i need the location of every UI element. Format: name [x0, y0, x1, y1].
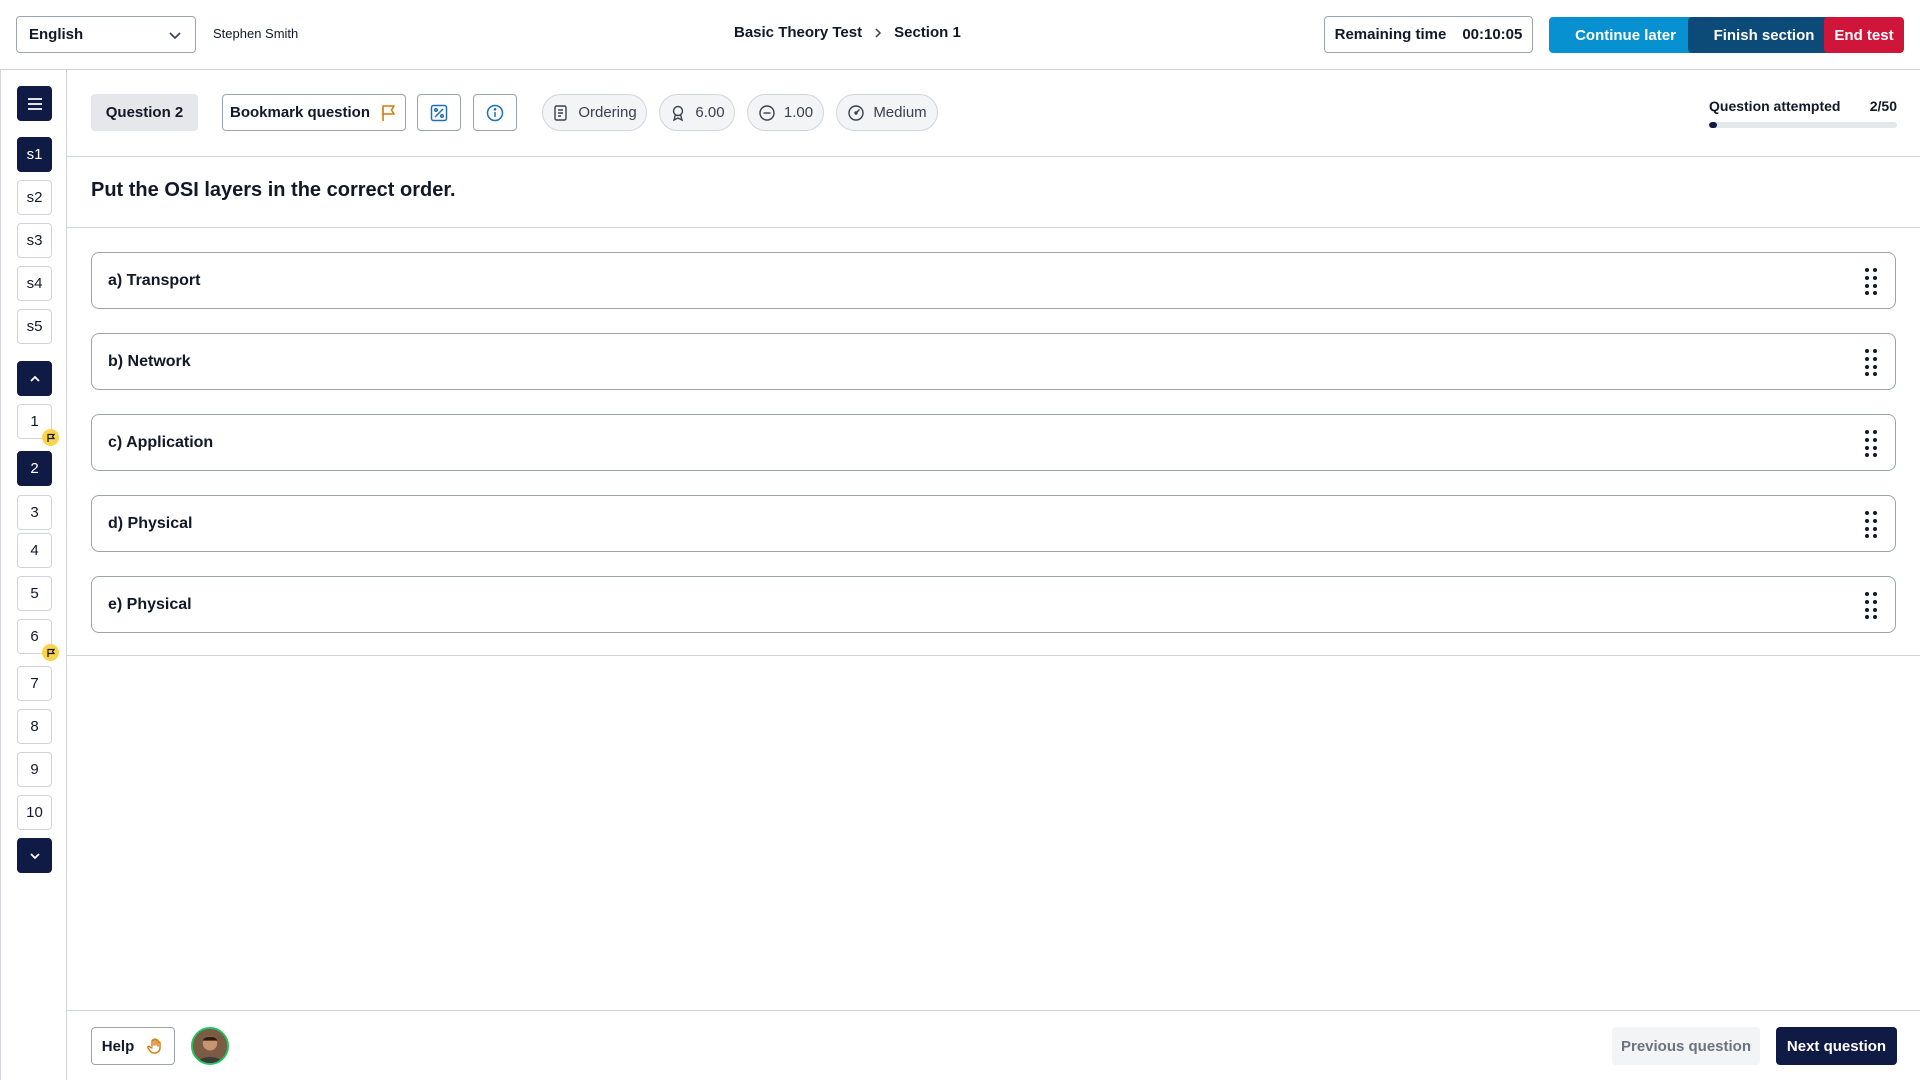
ordering-option-d[interactable]: d) Physical: [91, 495, 1896, 552]
menu-button[interactable]: [17, 86, 52, 121]
question-prompt-area: Put the OSI layers in the correct order.: [67, 157, 1920, 228]
question-nav-4[interactable]: 4: [17, 533, 52, 568]
bookmark-question-button[interactable]: Bookmark question: [222, 94, 406, 131]
question-nav-10[interactable]: 10: [17, 795, 52, 830]
question-nav-8[interactable]: 8: [17, 709, 52, 744]
minus-circle-icon: [759, 104, 775, 121]
chevron-right-icon: [875, 27, 882, 38]
section-s2[interactable]: s2: [17, 180, 52, 215]
footer-bar: Help Previous question Next question: [67, 1010, 1920, 1080]
help-label: Help: [101, 1037, 135, 1055]
difficulty-value: Medium: [873, 104, 927, 121]
section-s5[interactable]: s5: [17, 309, 52, 344]
breadcrumb-test[interactable]: Basic Theory Test: [734, 24, 862, 41]
question-type-pill: Ordering: [542, 94, 647, 131]
ordering-icon: [554, 104, 568, 121]
score-pill: 6.00: [659, 94, 735, 131]
chevron-up-icon: [29, 375, 40, 382]
remaining-time: Remaining time 00:10:05: [1324, 16, 1533, 53]
question-number: Question 2: [91, 94, 198, 131]
drag-handle-icon[interactable]: [1863, 591, 1879, 619]
attempted-label: Question attempted: [1709, 98, 1841, 114]
ordering-option-b[interactable]: b) Network: [91, 333, 1896, 390]
question-nav-6[interactable]: 6: [17, 619, 59, 661]
next-question-button[interactable]: Next question: [1776, 1027, 1897, 1065]
remaining-time-value: 00:10:05: [1462, 26, 1523, 43]
breadcrumb-section: Section 1: [894, 24, 961, 41]
attempted-progress-bar: [1709, 122, 1897, 128]
end-test-button[interactable]: End test: [1824, 17, 1904, 53]
question-nav-label: 6: [30, 628, 39, 645]
menu-icon: [27, 97, 42, 110]
question-type: Ordering: [578, 104, 637, 121]
continue-later-button[interactable]: Continue later: [1549, 17, 1702, 53]
question-nav-2[interactable]: 2: [17, 451, 52, 486]
question-nav-7[interactable]: 7: [17, 666, 52, 701]
ordering-options: a) Transport b) Network c) Application d…: [67, 228, 1920, 656]
hand-icon: [147, 1038, 161, 1054]
user-avatar-icon: [193, 1029, 227, 1063]
info-icon: [486, 104, 504, 121]
question-toolbar: Question 2 Bookmark question Ordering 6.…: [67, 70, 1920, 157]
question-attempted: Question attempted 2/50: [1709, 98, 1897, 128]
attempted-progress-fill: [1709, 122, 1717, 128]
difficulty-pill: Medium: [836, 94, 938, 131]
drag-handle-icon[interactable]: [1863, 429, 1879, 457]
ordering-option-e[interactable]: e) Physical: [91, 576, 1896, 633]
option-label: a) Transport: [108, 271, 201, 289]
chevron-down-icon: [169, 31, 181, 39]
question-prompt: Put the OSI layers in the correct order.: [91, 179, 456, 201]
option-label: c) Application: [108, 433, 214, 451]
award-icon: [673, 105, 684, 121]
previous-question-button[interactable]: Previous question: [1612, 1027, 1760, 1065]
question-nav-1[interactable]: 1: [17, 404, 59, 446]
remaining-time-label: Remaining time: [1334, 26, 1447, 43]
bookmark-badge: [42, 429, 59, 446]
finish-section-button[interactable]: Finish section: [1688, 17, 1840, 53]
drag-handle-icon[interactable]: [1863, 348, 1879, 376]
flag-icon: [382, 104, 395, 121]
question-nav-3[interactable]: 3: [17, 495, 52, 530]
option-label: b) Network: [108, 352, 191, 370]
section-s4[interactable]: s4: [17, 266, 52, 301]
ordering-option-c[interactable]: c) Application: [91, 414, 1896, 471]
info-button[interactable]: [473, 94, 517, 131]
scroll-down-button[interactable]: [17, 838, 52, 873]
help-button[interactable]: Help: [91, 1027, 175, 1065]
avatar[interactable]: [191, 1027, 229, 1065]
chevron-down-icon: [29, 852, 40, 859]
question-nav-9[interactable]: 9: [17, 752, 52, 787]
language-value: English: [29, 26, 84, 43]
language-select[interactable]: English: [16, 16, 196, 53]
attempted-value: 2/50: [1869, 98, 1897, 114]
section-s1[interactable]: s1: [17, 137, 52, 172]
question-nav-5[interactable]: 5: [17, 576, 52, 611]
breadcrumb: Basic Theory Test Section 1: [734, 24, 961, 41]
top-bar: English Stephen Smith Basic Theory Test …: [0, 0, 1920, 70]
scroll-up-button[interactable]: [17, 361, 52, 396]
bookmark-label: Bookmark question: [229, 104, 371, 121]
drag-handle-icon[interactable]: [1863, 510, 1879, 538]
percent-icon: [430, 104, 448, 121]
drag-handle-icon[interactable]: [1863, 267, 1879, 295]
section-s3[interactable]: s3: [17, 223, 52, 258]
user-name: Stephen Smith: [213, 26, 299, 41]
calculator-button[interactable]: [417, 94, 461, 131]
flag-icon: [46, 648, 55, 657]
flag-icon: [46, 433, 55, 442]
ordering-option-a[interactable]: a) Transport: [91, 252, 1896, 309]
bookmark-badge: [42, 644, 59, 661]
gauge-icon: [848, 104, 865, 121]
question-nav-label: 1: [30, 413, 39, 430]
negative-marks-pill: 1.00: [747, 94, 824, 131]
option-label: e) Physical: [108, 595, 192, 613]
score-value: 6.00: [695, 104, 725, 121]
negative-marks-value: 1.00: [783, 104, 814, 121]
option-label: d) Physical: [108, 514, 193, 532]
question-navigator: s1 s2 s3 s4 s5 1 2 3 4 5 6 7 8 9 10: [0, 70, 67, 1080]
